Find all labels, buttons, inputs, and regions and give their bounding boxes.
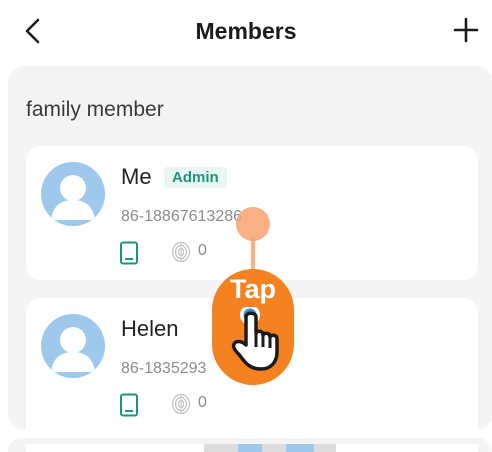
- partial-shape: [262, 444, 286, 452]
- back-button[interactable]: [16, 14, 50, 48]
- member-name: Helen: [121, 316, 179, 341]
- fingerprint-count: 0: [198, 394, 207, 411]
- avatar: [41, 162, 105, 226]
- page-title: Members: [195, 17, 297, 44]
- partial-shape: [238, 444, 262, 452]
- avatar: [41, 314, 105, 378]
- user-avatar-icon: [41, 162, 105, 226]
- partial-shape: [314, 444, 336, 452]
- partial-shape: [286, 444, 314, 452]
- add-member-button[interactable]: [448, 12, 484, 48]
- top-bar: Members: [0, 0, 492, 62]
- fingerprint-icon: [171, 393, 191, 415]
- partial-shape: [204, 444, 238, 452]
- phone-device-icon: [120, 393, 138, 417]
- user-avatar-icon: [41, 314, 105, 378]
- member-card-helen[interactable]: Helen 86-1835293 0: [26, 298, 478, 432]
- chevron-left-icon: [25, 18, 40, 44]
- admin-badge: Admin: [164, 167, 227, 188]
- member-card-me[interactable]: Me Admin 86-18867613286 0: [26, 146, 478, 280]
- phone-device-icon: [120, 241, 138, 265]
- member-name: Me: [121, 164, 152, 189]
- plus-icon: [453, 17, 479, 43]
- member-phone: 86-1835293: [121, 360, 207, 377]
- next-card-partial: [26, 444, 478, 452]
- member-phone: 86-18867613286: [121, 208, 243, 225]
- fingerprint-count: 0: [198, 242, 207, 259]
- section-label: family member: [26, 98, 164, 121]
- fingerprint-icon: [171, 241, 191, 263]
